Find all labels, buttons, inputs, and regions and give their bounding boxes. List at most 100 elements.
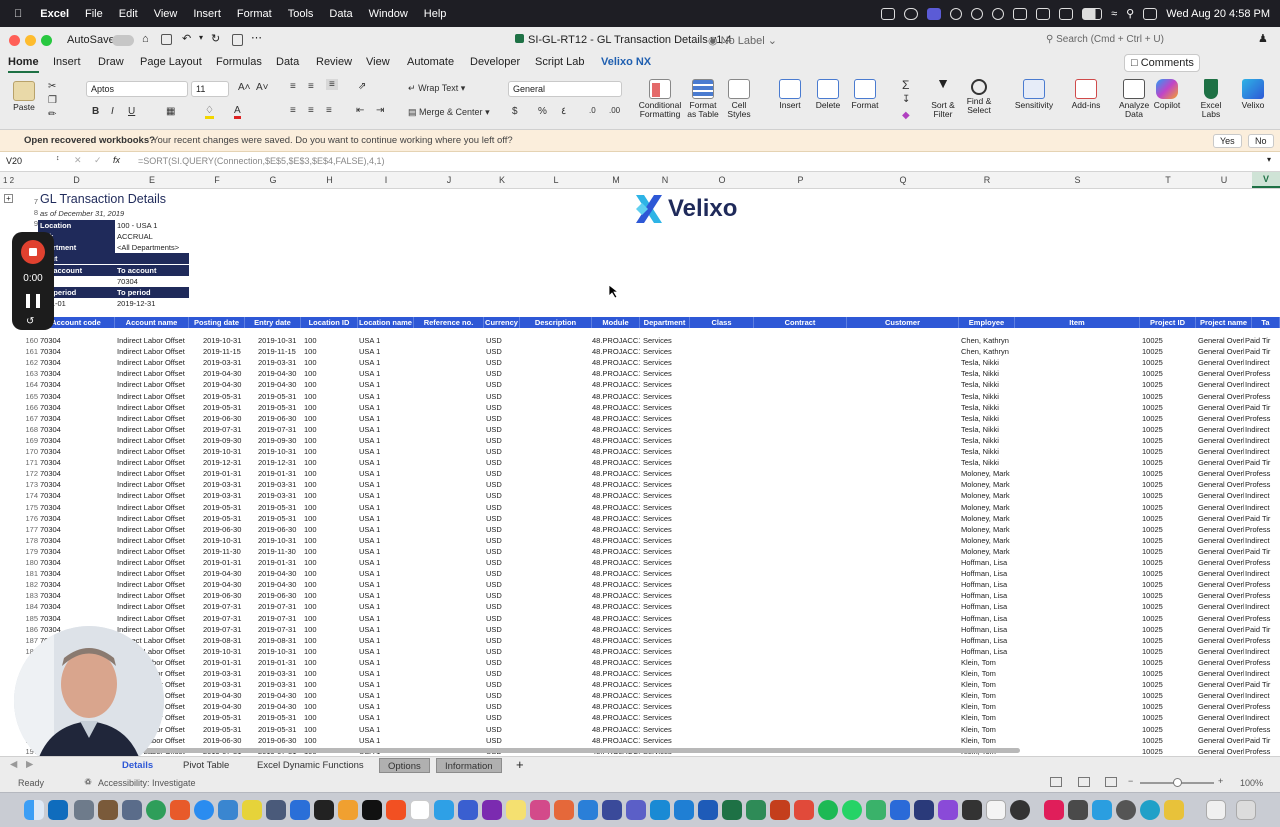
sync-icon[interactable] bbox=[950, 7, 963, 20]
table-cell[interactable]: 2019-04-30 bbox=[258, 701, 302, 712]
menu-file[interactable]: File bbox=[85, 8, 103, 20]
table-cell[interactable]: USD bbox=[486, 379, 516, 390]
recover-yes-button[interactable]: Yes bbox=[1213, 134, 1242, 148]
visual-studio-icon[interactable] bbox=[938, 800, 958, 820]
table-cell[interactable]: 10025 bbox=[1142, 746, 1192, 756]
table-cell[interactable]: USD bbox=[486, 424, 516, 435]
app-icon[interactable] bbox=[914, 800, 934, 820]
table-cell[interactable]: 48.PROJACC1 bbox=[592, 490, 640, 501]
table-cell[interactable]: 100 bbox=[304, 679, 334, 690]
table-cell[interactable]: 10025 bbox=[1142, 568, 1192, 579]
table-cell[interactable]: General Overhe bbox=[1198, 646, 1244, 657]
table-cell[interactable]: 100 bbox=[304, 490, 334, 501]
row-number[interactable]: 178 bbox=[20, 535, 38, 546]
table-cell[interactable]: 10025 bbox=[1142, 424, 1192, 435]
table-cell[interactable]: 70304 bbox=[40, 535, 112, 546]
fill-icon[interactable]: ↧ bbox=[902, 94, 910, 105]
row-number[interactable]: 160 bbox=[20, 335, 38, 346]
table-cell[interactable]: Services bbox=[643, 679, 689, 690]
table-cell[interactable]: Indirect bbox=[1245, 379, 1280, 390]
table-cell[interactable]: USD bbox=[486, 435, 516, 446]
fill-color-icon[interactable]: ♢ bbox=[205, 105, 214, 119]
table-cell[interactable]: Indirect Labor Offset bbox=[117, 379, 189, 390]
horizontal-scrollbar[interactable] bbox=[120, 748, 1020, 753]
table-cell[interactable]: 2019-04-30 bbox=[203, 368, 247, 379]
table-cell[interactable]: 48.PROJACC1 bbox=[592, 657, 640, 668]
table-cell[interactable]: 100 bbox=[304, 546, 334, 557]
table-cell[interactable]: Services bbox=[643, 635, 689, 646]
row-number[interactable]: 176 bbox=[20, 513, 38, 524]
table-cell[interactable]: 70304 bbox=[40, 391, 112, 402]
table-cell[interactable]: Indirect Labor Offset bbox=[117, 402, 189, 413]
slack-icon[interactable] bbox=[1044, 800, 1064, 820]
table-cell[interactable]: Services bbox=[643, 546, 689, 557]
table-cell[interactable]: Moloney, Mark bbox=[961, 479, 1015, 490]
font-color-icon[interactable]: A bbox=[234, 105, 241, 119]
table-cell[interactable]: 48.PROJACC1 bbox=[592, 535, 640, 546]
table-cell[interactable]: 48.PROJACC1 bbox=[592, 435, 640, 446]
row-number[interactable]: 187 bbox=[20, 635, 38, 646]
clear-icon[interactable]: ◆ bbox=[902, 110, 910, 121]
table-cell[interactable]: 2019-05-31 bbox=[258, 402, 302, 413]
table-header-cell[interactable]: Module bbox=[592, 317, 640, 328]
decrease-font-icon[interactable]: A˅ bbox=[256, 82, 269, 93]
column-header-l[interactable]: L bbox=[520, 175, 592, 185]
table-cell[interactable]: USD bbox=[486, 391, 516, 402]
menu-tools[interactable]: Tools bbox=[288, 8, 314, 20]
param-to-period-value[interactable]: 2019-12-31 bbox=[115, 298, 189, 309]
spotify-icon[interactable] bbox=[818, 800, 838, 820]
table-cell[interactable]: Services bbox=[643, 701, 689, 712]
table-cell[interactable]: USD bbox=[486, 535, 516, 546]
table-cell[interactable]: 100 bbox=[304, 557, 334, 568]
column-header-h[interactable]: H bbox=[301, 175, 358, 185]
menu-window[interactable]: Window bbox=[369, 8, 408, 20]
table-cell[interactable]: 2019-06-30 bbox=[203, 524, 247, 535]
table-cell[interactable]: 2019-04-30 bbox=[258, 379, 302, 390]
table-cell[interactable]: USA 1 bbox=[359, 601, 399, 612]
menu-insert[interactable]: Insert bbox=[193, 8, 221, 20]
delete-cells-button[interactable]: Delete bbox=[812, 79, 844, 110]
formula-input[interactable]: =SORT(SI.QUERY(Connection,$E$5,$E$3,$E$4… bbox=[138, 156, 385, 166]
table-cell[interactable]: 100 bbox=[304, 624, 334, 635]
table-cell[interactable]: 10025 bbox=[1142, 490, 1192, 501]
table-cell[interactable]: USA 1 bbox=[359, 402, 399, 413]
table-cell[interactable]: 48.PROJACC1 bbox=[592, 635, 640, 646]
table-cell[interactable]: USD bbox=[486, 335, 516, 346]
app-icon[interactable] bbox=[866, 800, 886, 820]
column-header-i[interactable]: I bbox=[358, 175, 414, 185]
pause-recording-button[interactable] bbox=[26, 294, 40, 308]
worksheet-grid[interactable]: + 7 8 9 GL Transaction Details as of Dec… bbox=[0, 189, 1280, 756]
table-cell[interactable]: 2019-01-31 bbox=[258, 468, 302, 479]
table-cell[interactable]: Services bbox=[643, 513, 689, 524]
table-cell[interactable]: Moloney, Mark bbox=[961, 546, 1015, 557]
conditional-formatting-button[interactable]: Conditional Formatting bbox=[637, 79, 683, 119]
table-cell[interactable]: Services bbox=[643, 379, 689, 390]
table-cell[interactable]: USD bbox=[486, 457, 516, 468]
column-header-d[interactable]: D bbox=[38, 175, 115, 185]
table-cell[interactable]: 10025 bbox=[1142, 402, 1192, 413]
table-cell[interactable]: Indirect bbox=[1245, 446, 1280, 457]
table-cell[interactable]: USA 1 bbox=[359, 624, 399, 635]
table-cell[interactable]: 2019-04-30 bbox=[258, 568, 302, 579]
outline-level-buttons[interactable]: 1 2 bbox=[3, 176, 14, 185]
row-number[interactable]: 177 bbox=[20, 524, 38, 535]
table-cell[interactable]: Indirect bbox=[1245, 646, 1280, 657]
table-cell[interactable]: 70304 bbox=[40, 446, 112, 457]
table-cell[interactable]: 10025 bbox=[1142, 613, 1192, 624]
tab-developer[interactable]: Developer bbox=[470, 56, 520, 68]
activity-monitor-icon[interactable] bbox=[314, 800, 334, 820]
table-cell[interactable]: 2019-11-15 bbox=[258, 346, 302, 357]
table-cell[interactable]: 100 bbox=[304, 568, 334, 579]
table-cell[interactable]: USA 1 bbox=[359, 435, 399, 446]
table-cell[interactable]: USA 1 bbox=[359, 379, 399, 390]
table-cell[interactable]: Services bbox=[643, 391, 689, 402]
row-number[interactable]: 169 bbox=[20, 435, 38, 446]
spotlight-icon[interactable]: ⚲ bbox=[1126, 7, 1134, 20]
table-cell[interactable]: 100 bbox=[304, 379, 334, 390]
table-cell[interactable]: Indirect bbox=[1245, 357, 1280, 368]
table-cell[interactable]: General Overhe bbox=[1198, 601, 1244, 612]
table-row[interactable]: 186 70304 Indirect Labor Offset 2019-07-31 2… bbox=[0, 624, 1280, 635]
table-cell[interactable]: Indirect Labor Offset bbox=[117, 346, 189, 357]
table-cell[interactable]: USA 1 bbox=[359, 446, 399, 457]
table-cell[interactable]: 2019-10-31 bbox=[258, 335, 302, 346]
